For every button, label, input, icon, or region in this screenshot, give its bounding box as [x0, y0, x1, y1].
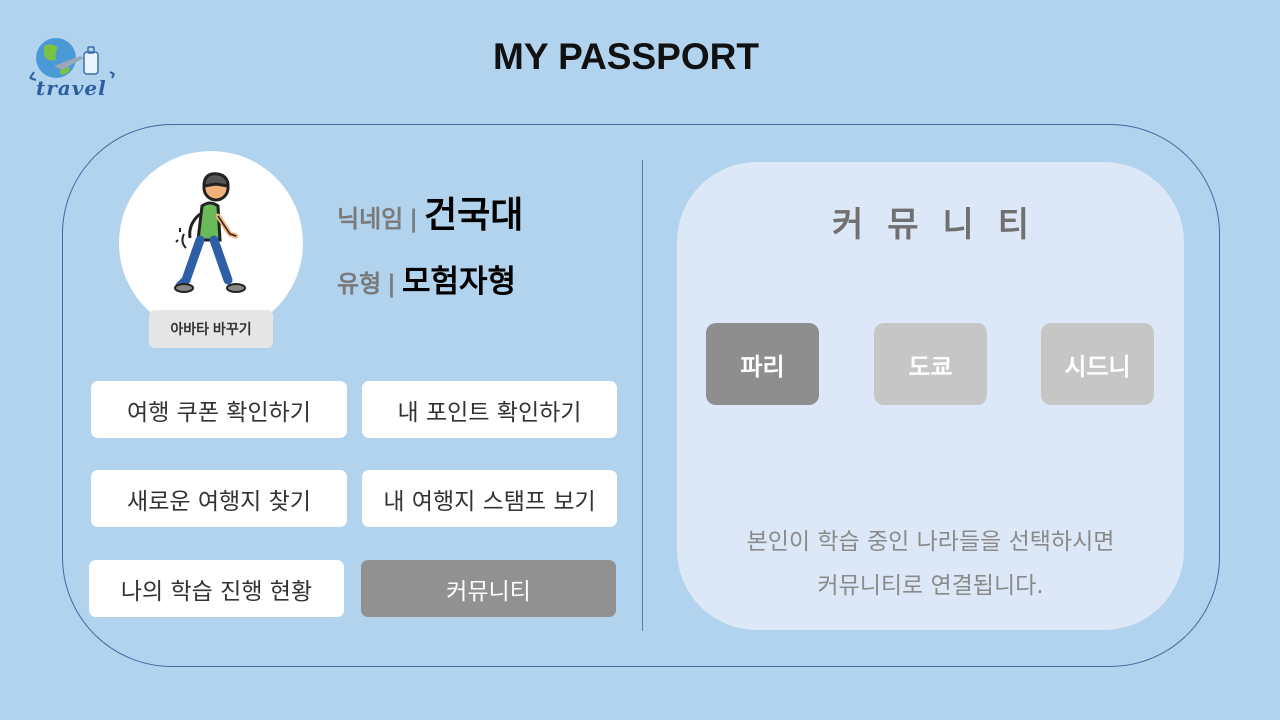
city-sydney-button[interactable]: 시드니 [1041, 323, 1154, 405]
type-row: 유형 | 모험자형 [337, 256, 516, 301]
city-paris-button[interactable]: 파리 [706, 323, 819, 405]
learning-progress-button[interactable]: 나의 학습 진행 현황 [89, 560, 344, 617]
page-title: MY PASSPORT [493, 36, 759, 77]
community-description: 본인이 학습 중인 나라들을 선택하시면 커뮤니티로 연결됩니다. [677, 520, 1184, 608]
community-title: 커뮤니티 [831, 205, 1054, 245]
card-divider [642, 160, 643, 631]
nickname-row: 닉네임 | 건국대 [337, 186, 523, 238]
type-label: 유형 [337, 270, 382, 298]
city-tokyo-button[interactable]: 도쿄 [874, 323, 987, 405]
stamp-view-button[interactable]: 내 여행지 스탬프 보기 [362, 470, 617, 527]
type-value: 모험자형 [401, 264, 517, 300]
change-avatar-button[interactable]: 아바타 바꾸기 [149, 310, 273, 348]
walking-person-icon [174, 172, 246, 293]
nickname-label: 닉네임 [337, 205, 404, 233]
find-destination-button[interactable]: 새로운 여행지 찾기 [91, 470, 347, 527]
nickname-value: 건국대 [424, 195, 524, 236]
community-button[interactable]: 커뮤니티 [361, 560, 616, 617]
logo-text: travel [36, 76, 107, 100]
travel-coupon-button[interactable]: 여행 쿠폰 확인하기 [91, 381, 347, 438]
my-points-button[interactable]: 내 포인트 확인하기 [362, 381, 617, 438]
description-line-2: 커뮤니티로 연결됩니다. [817, 573, 1044, 599]
separator: | [387, 270, 396, 298]
description-line-1: 본인이 학습 중인 나라들을 선택하시면 [746, 529, 1115, 555]
separator: | [409, 205, 419, 233]
